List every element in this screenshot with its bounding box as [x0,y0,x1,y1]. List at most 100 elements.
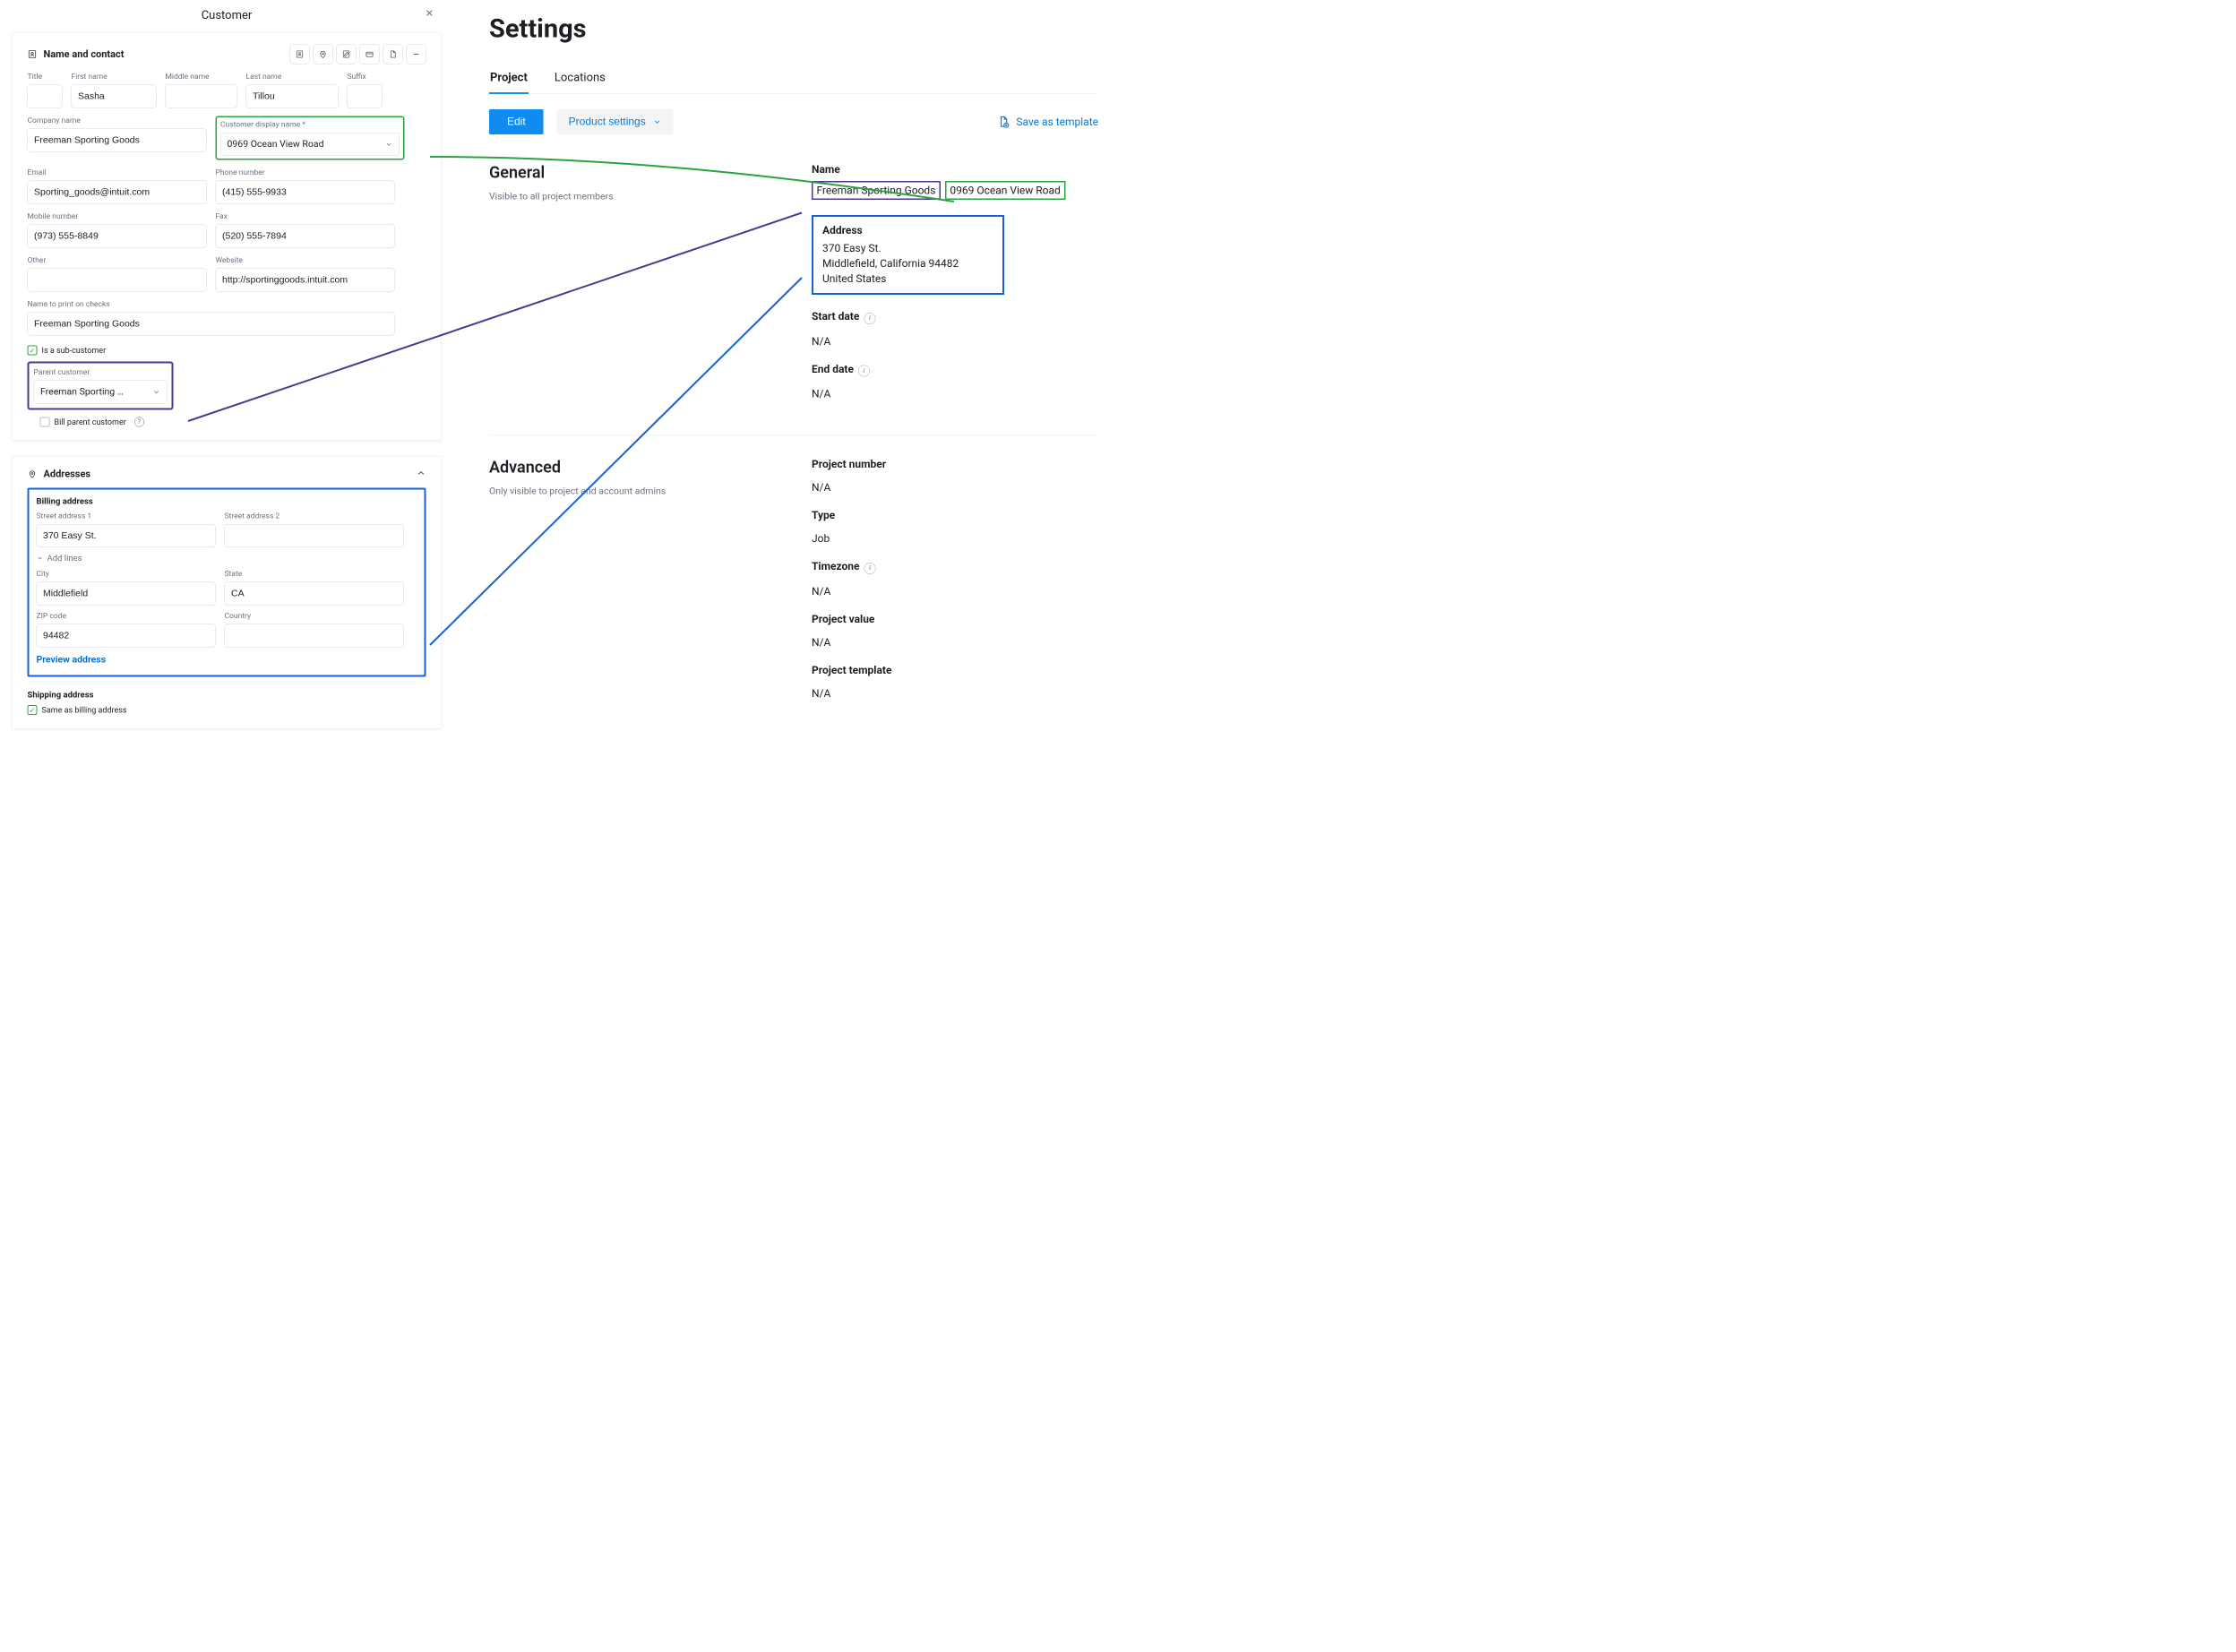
website-input[interactable] [216,269,395,292]
phone-input[interactable] [216,181,395,204]
label-zip: ZIP code [37,612,216,621]
save-as-template-button[interactable]: Save as template [996,116,1098,129]
advanced-subtitle: Only visible to project and account admi… [489,486,794,497]
addresses-title: Addresses [44,469,91,480]
info-icon[interactable]: i [864,313,875,324]
preview-address-link[interactable]: Preview address [37,655,417,666]
billing-address-title: Billing address [37,496,417,507]
contact-card-button[interactable] [290,45,310,65]
label-website: Website [216,256,395,265]
is-sub-customer-label: Is a sub-customer [42,346,107,356]
add-lines-label: Add lines [47,553,82,564]
zip-input[interactable] [37,624,216,648]
company-input[interactable] [28,129,207,152]
address-line1: 370 Easy St. [822,242,993,254]
bill-parent-label: Bill parent customer [55,417,126,427]
first-name-input[interactable] [72,85,157,108]
start-date-value: N/A [812,335,1098,348]
credit-card-button[interactable] [360,45,380,65]
address-label: Address [822,224,993,237]
save-as-template-label: Save as template [1016,116,1098,128]
same-as-billing-checkbox[interactable]: ✓ [28,705,38,715]
modal-title: Customer [202,9,253,22]
label-phone: Phone number [216,168,395,177]
display-name-value: 0969 Ocean View Road [228,139,324,150]
help-icon[interactable]: ? [134,417,144,427]
mobile-input[interactable] [28,225,207,248]
chevron-down-icon [653,117,662,126]
tabs: Project Locations [489,71,1098,94]
close-icon[interactable]: ✕ [426,8,434,20]
label-title: Title [28,73,63,82]
label-display-name: Customer display name * [220,120,400,129]
middle-name-input[interactable] [166,85,237,108]
label-company: Company name [28,116,207,125]
timezone-value: N/A [812,585,1098,598]
label-state: State [225,570,404,579]
label-other: Other [28,256,207,265]
label-middle-name: Middle name [166,73,237,82]
section-title: Name and contact [44,48,125,60]
product-settings-label: Product settings [569,116,646,128]
tab-project[interactable]: Project [489,71,529,94]
general-title: General [489,163,794,182]
label-fax: Fax [216,212,395,221]
name-label: Name [812,163,1098,176]
info-icon[interactable]: i [864,563,875,574]
parent-customer-select[interactable]: Freeman Sporting … [34,381,168,404]
street2-input[interactable] [225,524,404,547]
state-input[interactable] [225,582,404,606]
label-street1: Street address 1 [37,512,216,521]
tab-locations[interactable]: Locations [554,71,606,94]
add-lines-button[interactable]: Add lines [37,553,417,564]
edit-note-button[interactable] [337,45,357,65]
fax-input[interactable] [216,225,395,248]
label-city: City [37,570,216,579]
project-template-value: N/A [812,687,1098,700]
label-print-name: Name to print on checks [28,300,395,309]
email-input[interactable] [28,181,207,204]
info-icon[interactable]: i [858,366,870,377]
other-input[interactable] [28,269,207,292]
city-input[interactable] [37,582,216,606]
last-name-input[interactable] [246,85,339,108]
label-first-name: First name [72,73,157,82]
page-title: Settings [489,13,1098,44]
end-date-label: End datei [812,363,1098,377]
same-as-billing-label: Same as billing address [42,705,127,715]
is-sub-customer-checkbox[interactable]: ✓ [28,346,38,356]
chevron-down-icon [385,141,393,149]
collapse-icon[interactable] [417,469,426,480]
project-number-value: N/A [812,481,1098,494]
timezone-label: Timezonei [812,560,1098,574]
collapse-button[interactable] [407,45,426,65]
display-name-select[interactable]: 0969 Ocean View Road [220,133,400,156]
general-subtitle: Visible to all project members [489,192,794,202]
shipping-address-title: Shipping address [28,690,426,701]
start-date-label: Start datei [812,310,1098,324]
name-display-box: 0969 Ocean View Road [945,181,1065,200]
product-settings-button[interactable]: Product settings [557,109,674,134]
document-button[interactable] [383,45,403,65]
advanced-title: Advanced [489,458,794,477]
address-line2: Middlefield, California 94482 [822,257,993,270]
type-value: Job [812,532,1098,545]
addresses-panel: Addresses Billing address Street address… [12,456,442,729]
bill-parent-checkbox[interactable]: ✓ [40,417,50,427]
print-name-input[interactable] [28,313,395,336]
parent-customer-value: Freeman Sporting … [40,387,124,398]
label-email: Email [28,168,207,177]
contact-card-icon [28,49,38,59]
location-pin-button[interactable] [314,45,333,65]
label-mobile: Mobile number [28,212,207,221]
label-last-name: Last name [246,73,339,82]
country-input[interactable] [225,624,404,648]
edit-button[interactable]: Edit [489,109,544,134]
title-input[interactable] [28,85,63,108]
type-label: Type [812,509,1098,521]
suffix-input[interactable] [348,85,383,108]
street1-input[interactable] [37,524,216,547]
end-date-value: N/A [812,388,1098,400]
project-value-value: N/A [812,636,1098,649]
name-company-box: Freeman Sporting Goods [812,181,941,200]
